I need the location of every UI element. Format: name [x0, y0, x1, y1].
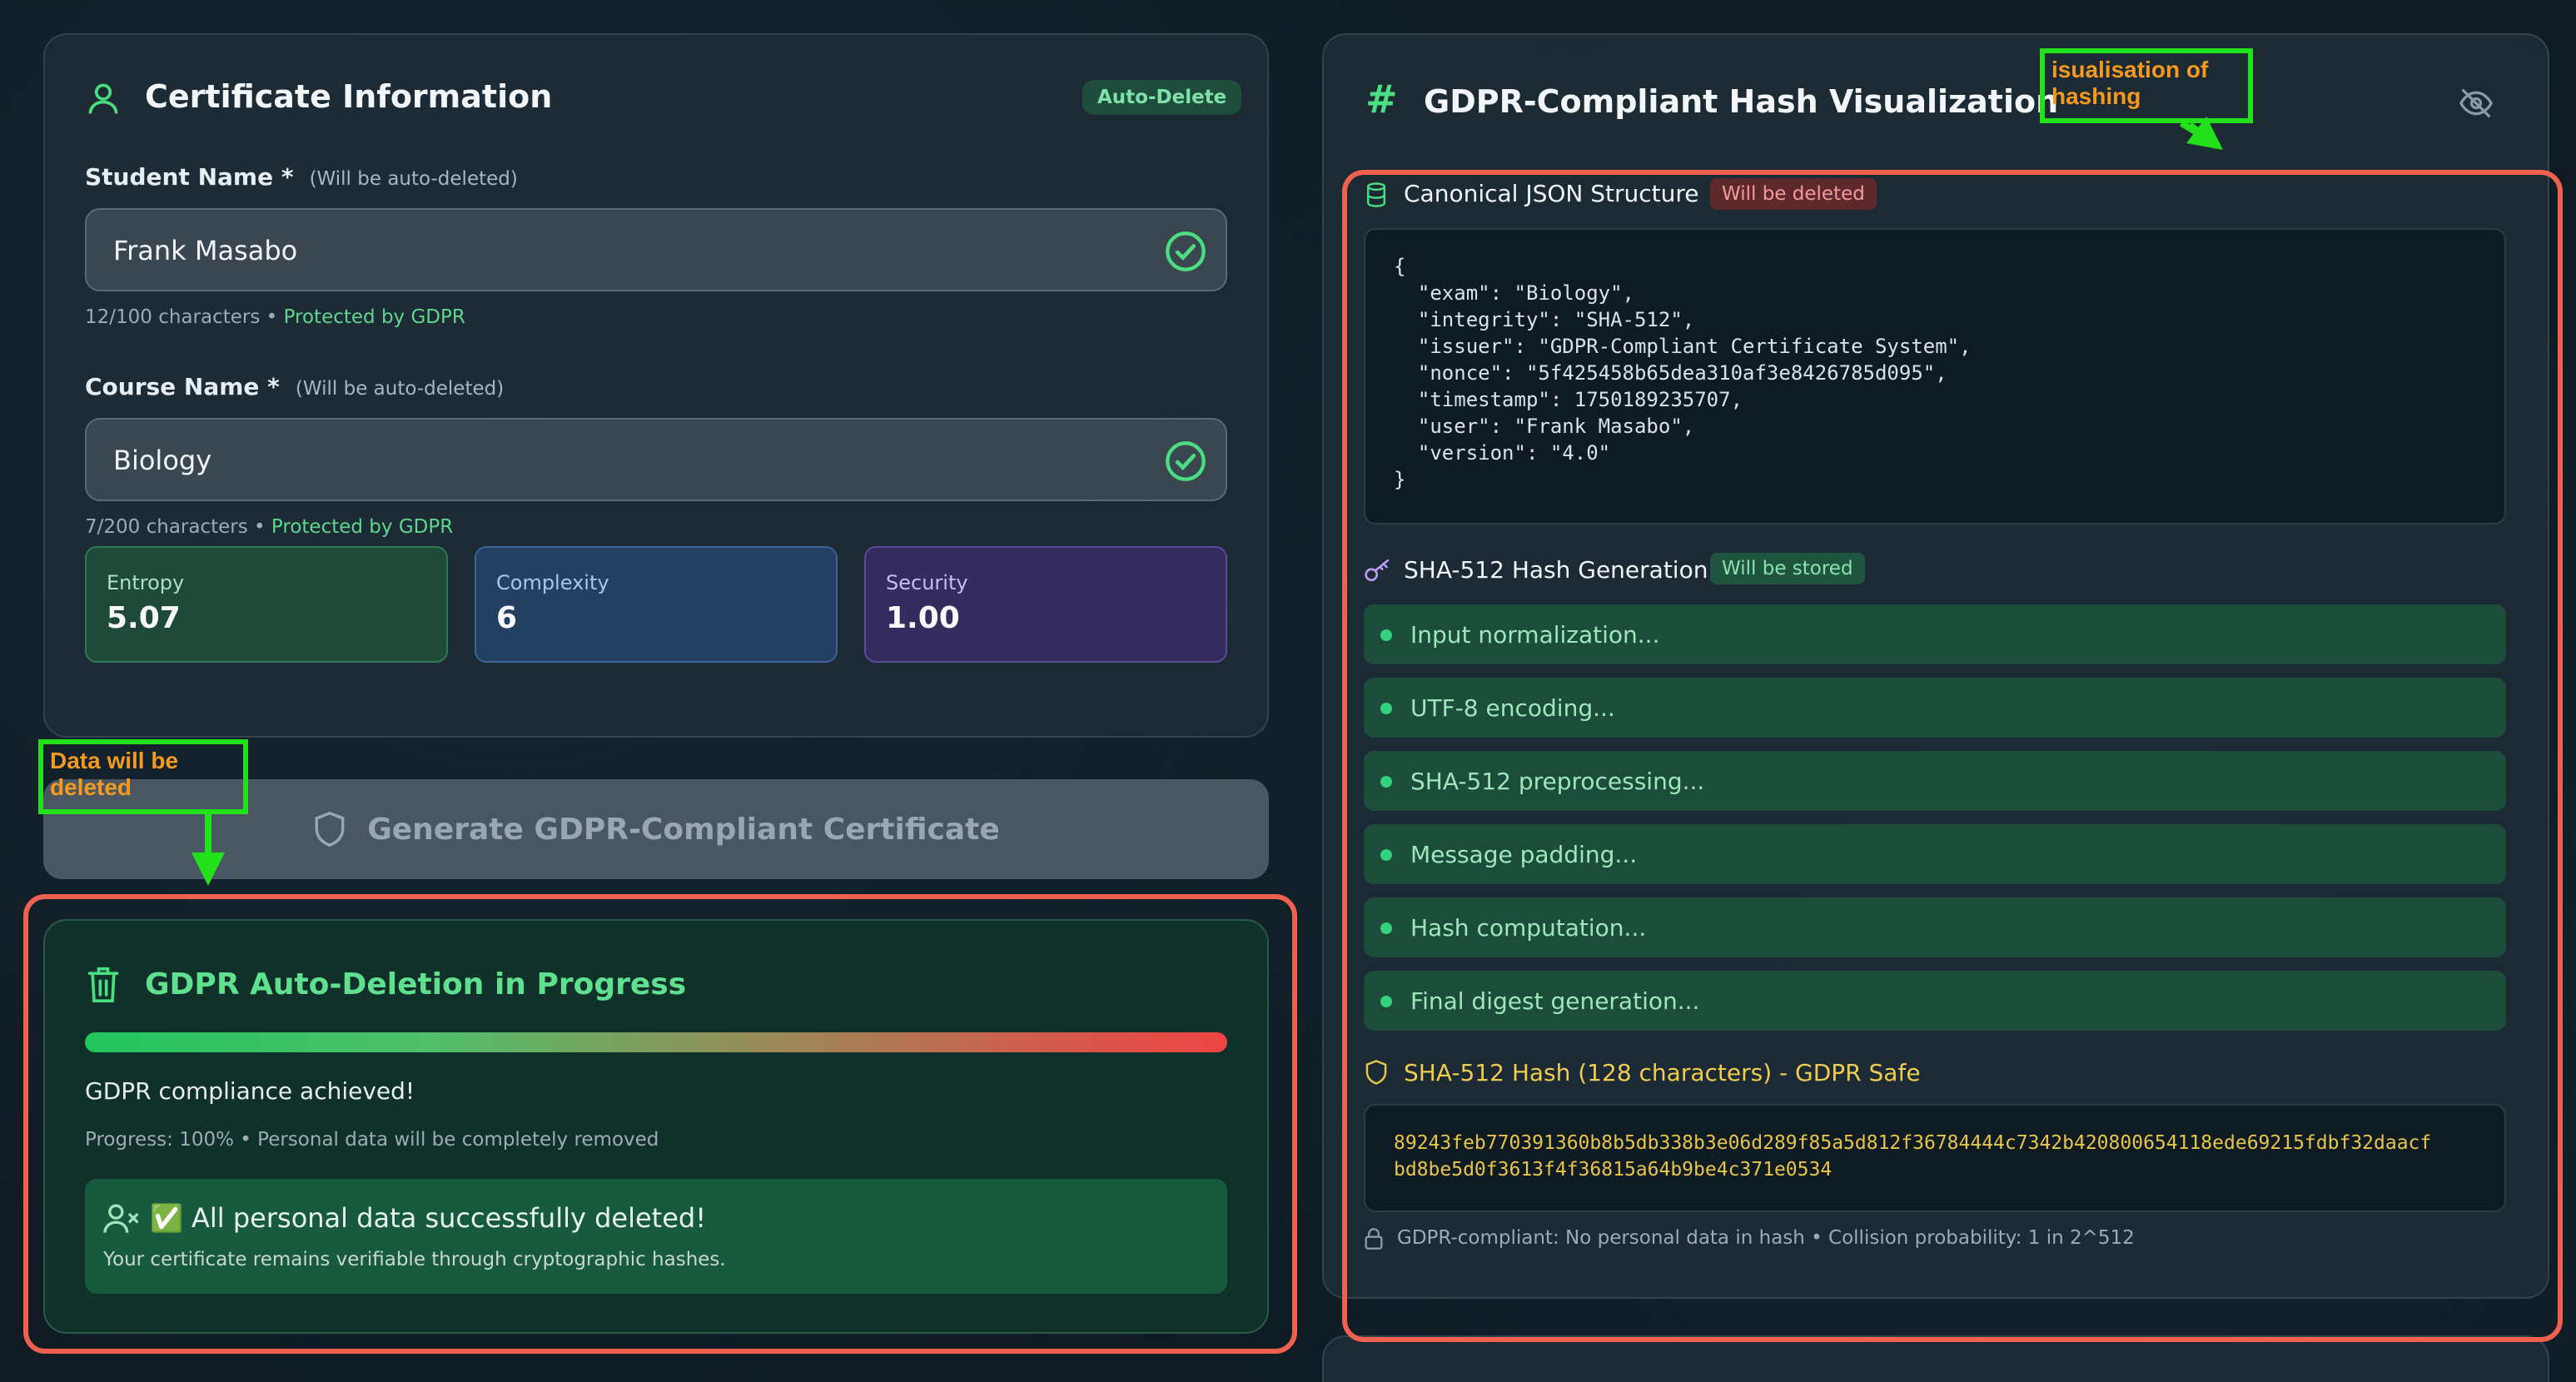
- arrow-to-hash-viz: [2186, 117, 2223, 150]
- annotation-arrows: [191, 117, 2223, 886]
